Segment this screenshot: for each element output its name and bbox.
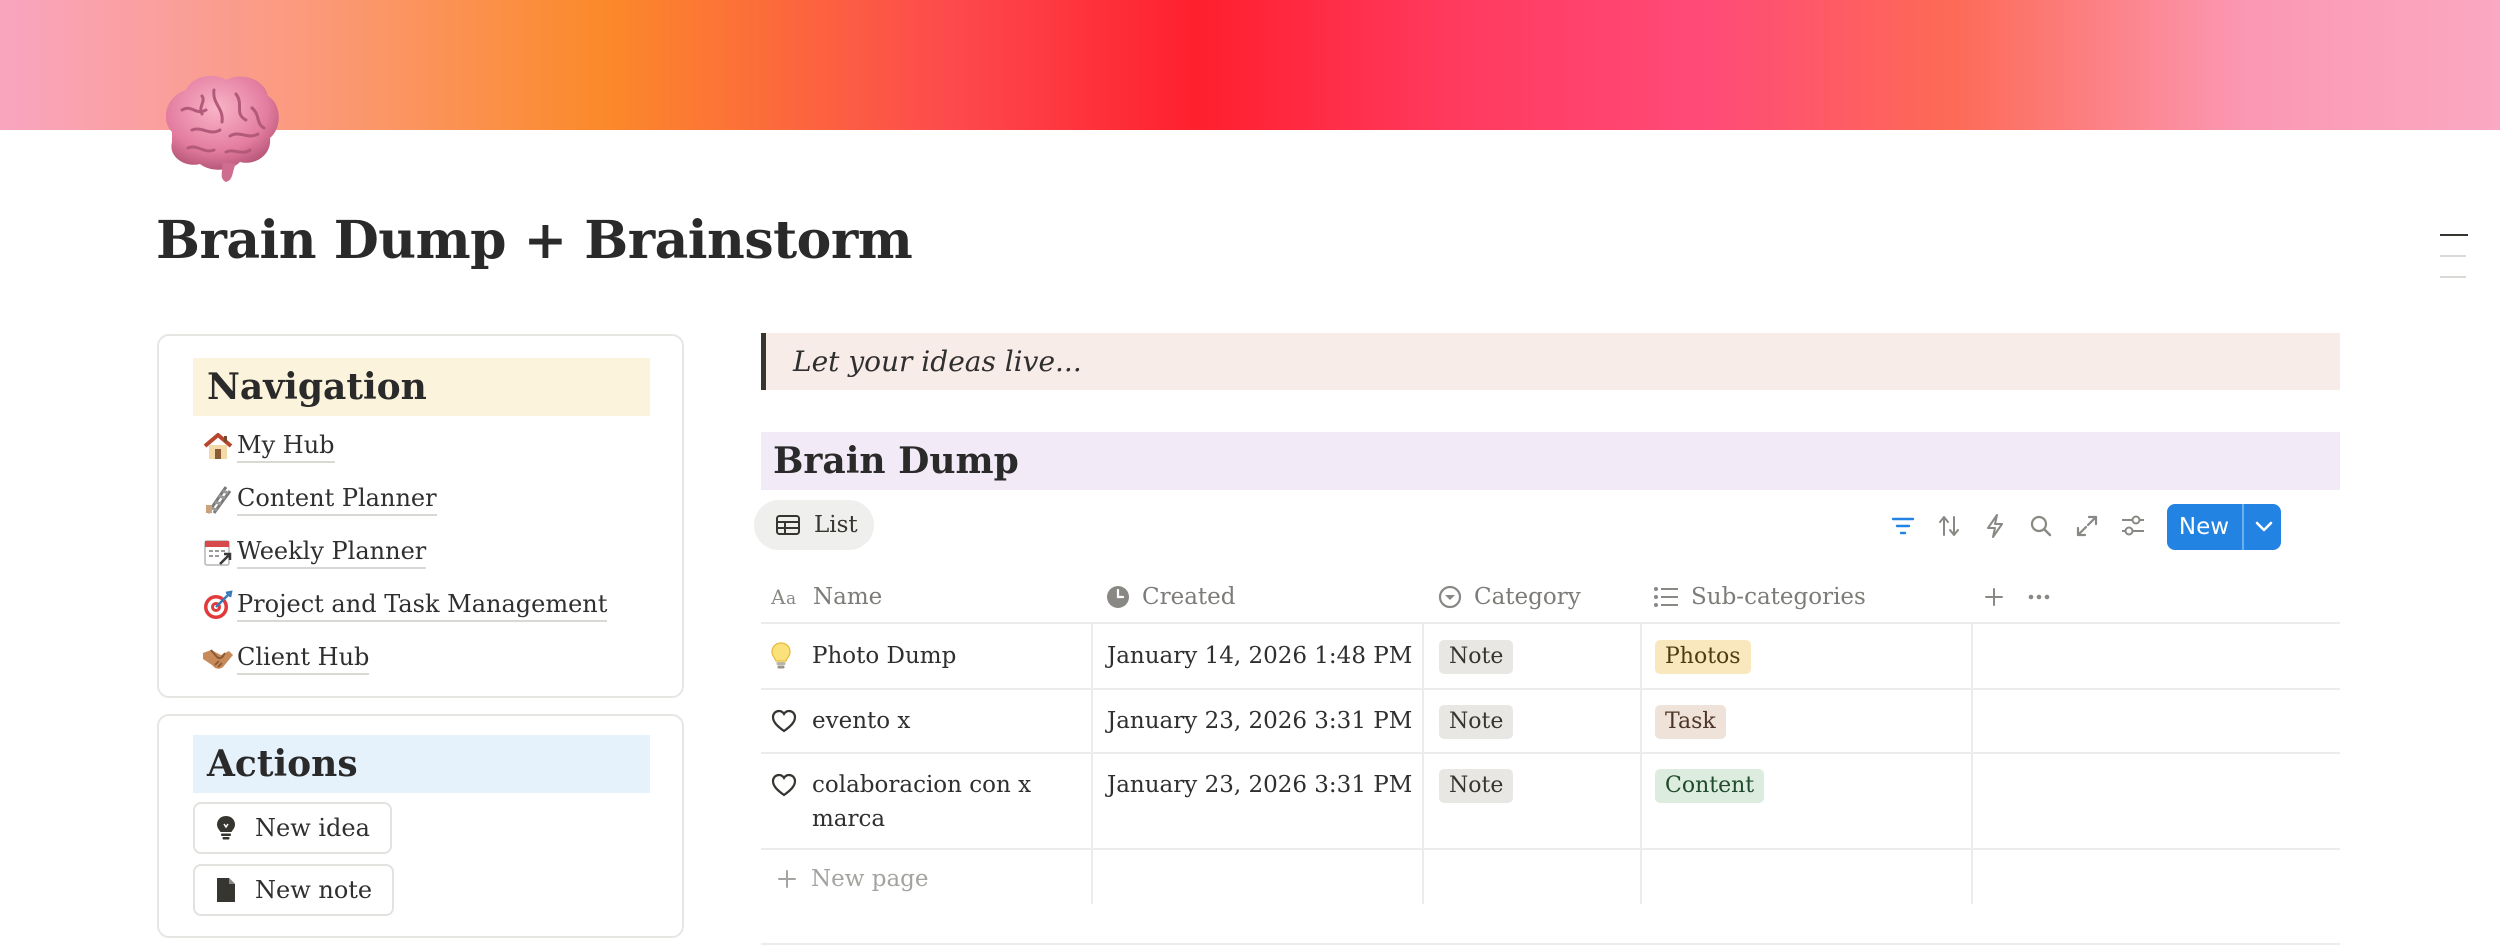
row-created: January 23, 2026 3:31 PM bbox=[1107, 772, 1413, 798]
target-icon bbox=[199, 587, 237, 623]
list-icon bbox=[1654, 587, 1678, 607]
row-subcategory[interactable]: Photos bbox=[1655, 639, 1751, 674]
page-cover[interactable] bbox=[0, 0, 2500, 130]
settings-sliders-icon[interactable] bbox=[2120, 513, 2146, 539]
add-property-icon[interactable] bbox=[1983, 570, 2017, 624]
nav-item-label[interactable]: My Hub bbox=[237, 430, 335, 463]
row-name[interactable]: colaboracion con x marca bbox=[771, 768, 1062, 836]
toc-line[interactable] bbox=[2440, 255, 2466, 257]
nav-item-label[interactable]: Project and Task Management bbox=[237, 589, 608, 622]
new-page-button[interactable]: New page bbox=[777, 866, 929, 892]
lightbulb-icon bbox=[771, 639, 807, 673]
nav-item-my-hub[interactable]: My Hub bbox=[199, 426, 335, 466]
filter-icon[interactable] bbox=[1890, 513, 1916, 539]
toc-line[interactable] bbox=[2440, 276, 2466, 278]
category-tag: Note bbox=[1439, 640, 1514, 674]
brain-icon[interactable] bbox=[152, 70, 284, 184]
nav-item-label[interactable]: Content Planner bbox=[237, 483, 437, 516]
new-idea-label: New idea bbox=[255, 814, 370, 842]
row-created: January 23, 2026 3:31 PM bbox=[1107, 708, 1413, 734]
sort-icon[interactable] bbox=[1936, 513, 1962, 539]
new-note-label: New note bbox=[255, 876, 373, 904]
expand-icon[interactable] bbox=[2074, 513, 2100, 539]
new-record-button[interactable]: New bbox=[2167, 504, 2281, 550]
row-category[interactable]: Note bbox=[1439, 639, 1514, 674]
database-title[interactable]: Brain Dump bbox=[761, 432, 2340, 490]
column-header-category[interactable]: Category bbox=[1438, 570, 1581, 624]
table-of-contents[interactable] bbox=[2440, 234, 2468, 297]
table-header-row: Aa Name Created Category Sub-categories bbox=[761, 570, 2340, 624]
automation-icon[interactable] bbox=[1982, 513, 2008, 539]
category-tag: Note bbox=[1439, 769, 1514, 803]
heart-icon bbox=[771, 768, 807, 802]
nav-item-content-planner[interactable]: Content Planner bbox=[199, 479, 437, 519]
actions-header: Actions bbox=[193, 735, 650, 793]
nav-item-weekly-planner[interactable]: Weekly Planner bbox=[199, 532, 427, 572]
page-title[interactable]: Brain Dump + Brainstorm bbox=[156, 210, 913, 271]
subcategory-tag: Content bbox=[1655, 769, 1765, 803]
column-header-name[interactable]: Aa Name bbox=[771, 570, 882, 624]
subcategory-tag: Task bbox=[1655, 705, 1726, 739]
nav-item-label[interactable]: Client Hub bbox=[237, 642, 370, 675]
row-name-text: Photo Dump bbox=[812, 643, 957, 669]
table-row[interactable]: Photo Dump January 14, 2026 1:48 PM Note… bbox=[761, 624, 2340, 690]
handshake-icon bbox=[199, 640, 237, 676]
row-category[interactable]: Note bbox=[1439, 768, 1514, 803]
plus-icon bbox=[778, 870, 796, 888]
row-name-text: colaboracion con x marca bbox=[812, 772, 1032, 832]
table-bottom-divider bbox=[761, 943, 2340, 945]
svg-text:A: A bbox=[771, 587, 786, 607]
more-options-icon[interactable] bbox=[2027, 570, 2063, 624]
column-header-created[interactable]: Created bbox=[1106, 570, 1236, 624]
nav-item-label[interactable]: Weekly Planner bbox=[237, 536, 427, 569]
table-icon bbox=[776, 515, 800, 535]
button-divider bbox=[2242, 504, 2244, 550]
row-subcategory[interactable]: Task bbox=[1655, 704, 1726, 739]
row-subcategory[interactable]: Content bbox=[1655, 768, 1765, 803]
subcategory-tag: Photos bbox=[1655, 640, 1751, 674]
svg-text:a: a bbox=[786, 589, 796, 607]
new-idea-button[interactable]: New idea bbox=[193, 802, 392, 854]
toc-line[interactable] bbox=[2440, 234, 2468, 236]
nav-item-project-task-management[interactable]: Project and Task Management bbox=[199, 585, 608, 625]
quote-callout[interactable]: Let your ideas live... bbox=[761, 333, 2340, 390]
view-tab-list[interactable]: List bbox=[754, 500, 874, 550]
view-tab-label: List bbox=[814, 512, 858, 538]
actions-card: Actions New idea New note bbox=[157, 714, 684, 938]
chevron-down-icon[interactable] bbox=[2247, 504, 2281, 550]
table-row[interactable]: colaboracion con x marca January 23, 202… bbox=[761, 754, 2340, 850]
row-category[interactable]: Note bbox=[1439, 704, 1514, 739]
row-name-text: evento x bbox=[812, 708, 911, 734]
new-page-label: New page bbox=[811, 866, 929, 892]
nav-item-client-hub[interactable]: Client Hub bbox=[199, 638, 370, 678]
text-type-icon: Aa bbox=[771, 587, 796, 607]
new-button-label[interactable]: New bbox=[2167, 504, 2241, 550]
calendar-link-icon bbox=[199, 534, 237, 570]
category-tag: Note bbox=[1439, 705, 1514, 739]
heart-icon bbox=[771, 704, 807, 738]
new-note-button[interactable]: New note bbox=[193, 864, 395, 916]
navigation-header: Navigation bbox=[193, 358, 650, 416]
table-row[interactable]: evento x January 23, 2026 3:31 PM Note T… bbox=[761, 690, 2340, 754]
row-name[interactable]: Photo Dump bbox=[771, 639, 1062, 673]
select-icon bbox=[1438, 585, 1462, 609]
row-created: January 14, 2026 1:48 PM bbox=[1107, 643, 1413, 669]
navigation-card: Navigation My Hub Content Planner Weekly… bbox=[157, 334, 684, 698]
column-header-sub-categories[interactable]: Sub-categories bbox=[1653, 570, 1866, 624]
house-icon bbox=[199, 428, 237, 464]
lightbulb-icon bbox=[213, 814, 239, 842]
search-icon[interactable] bbox=[2028, 513, 2054, 539]
row-name[interactable]: evento x bbox=[771, 704, 1062, 738]
document-icon bbox=[213, 876, 239, 904]
ladder-icon bbox=[199, 481, 237, 517]
clock-icon bbox=[1107, 586, 1129, 608]
